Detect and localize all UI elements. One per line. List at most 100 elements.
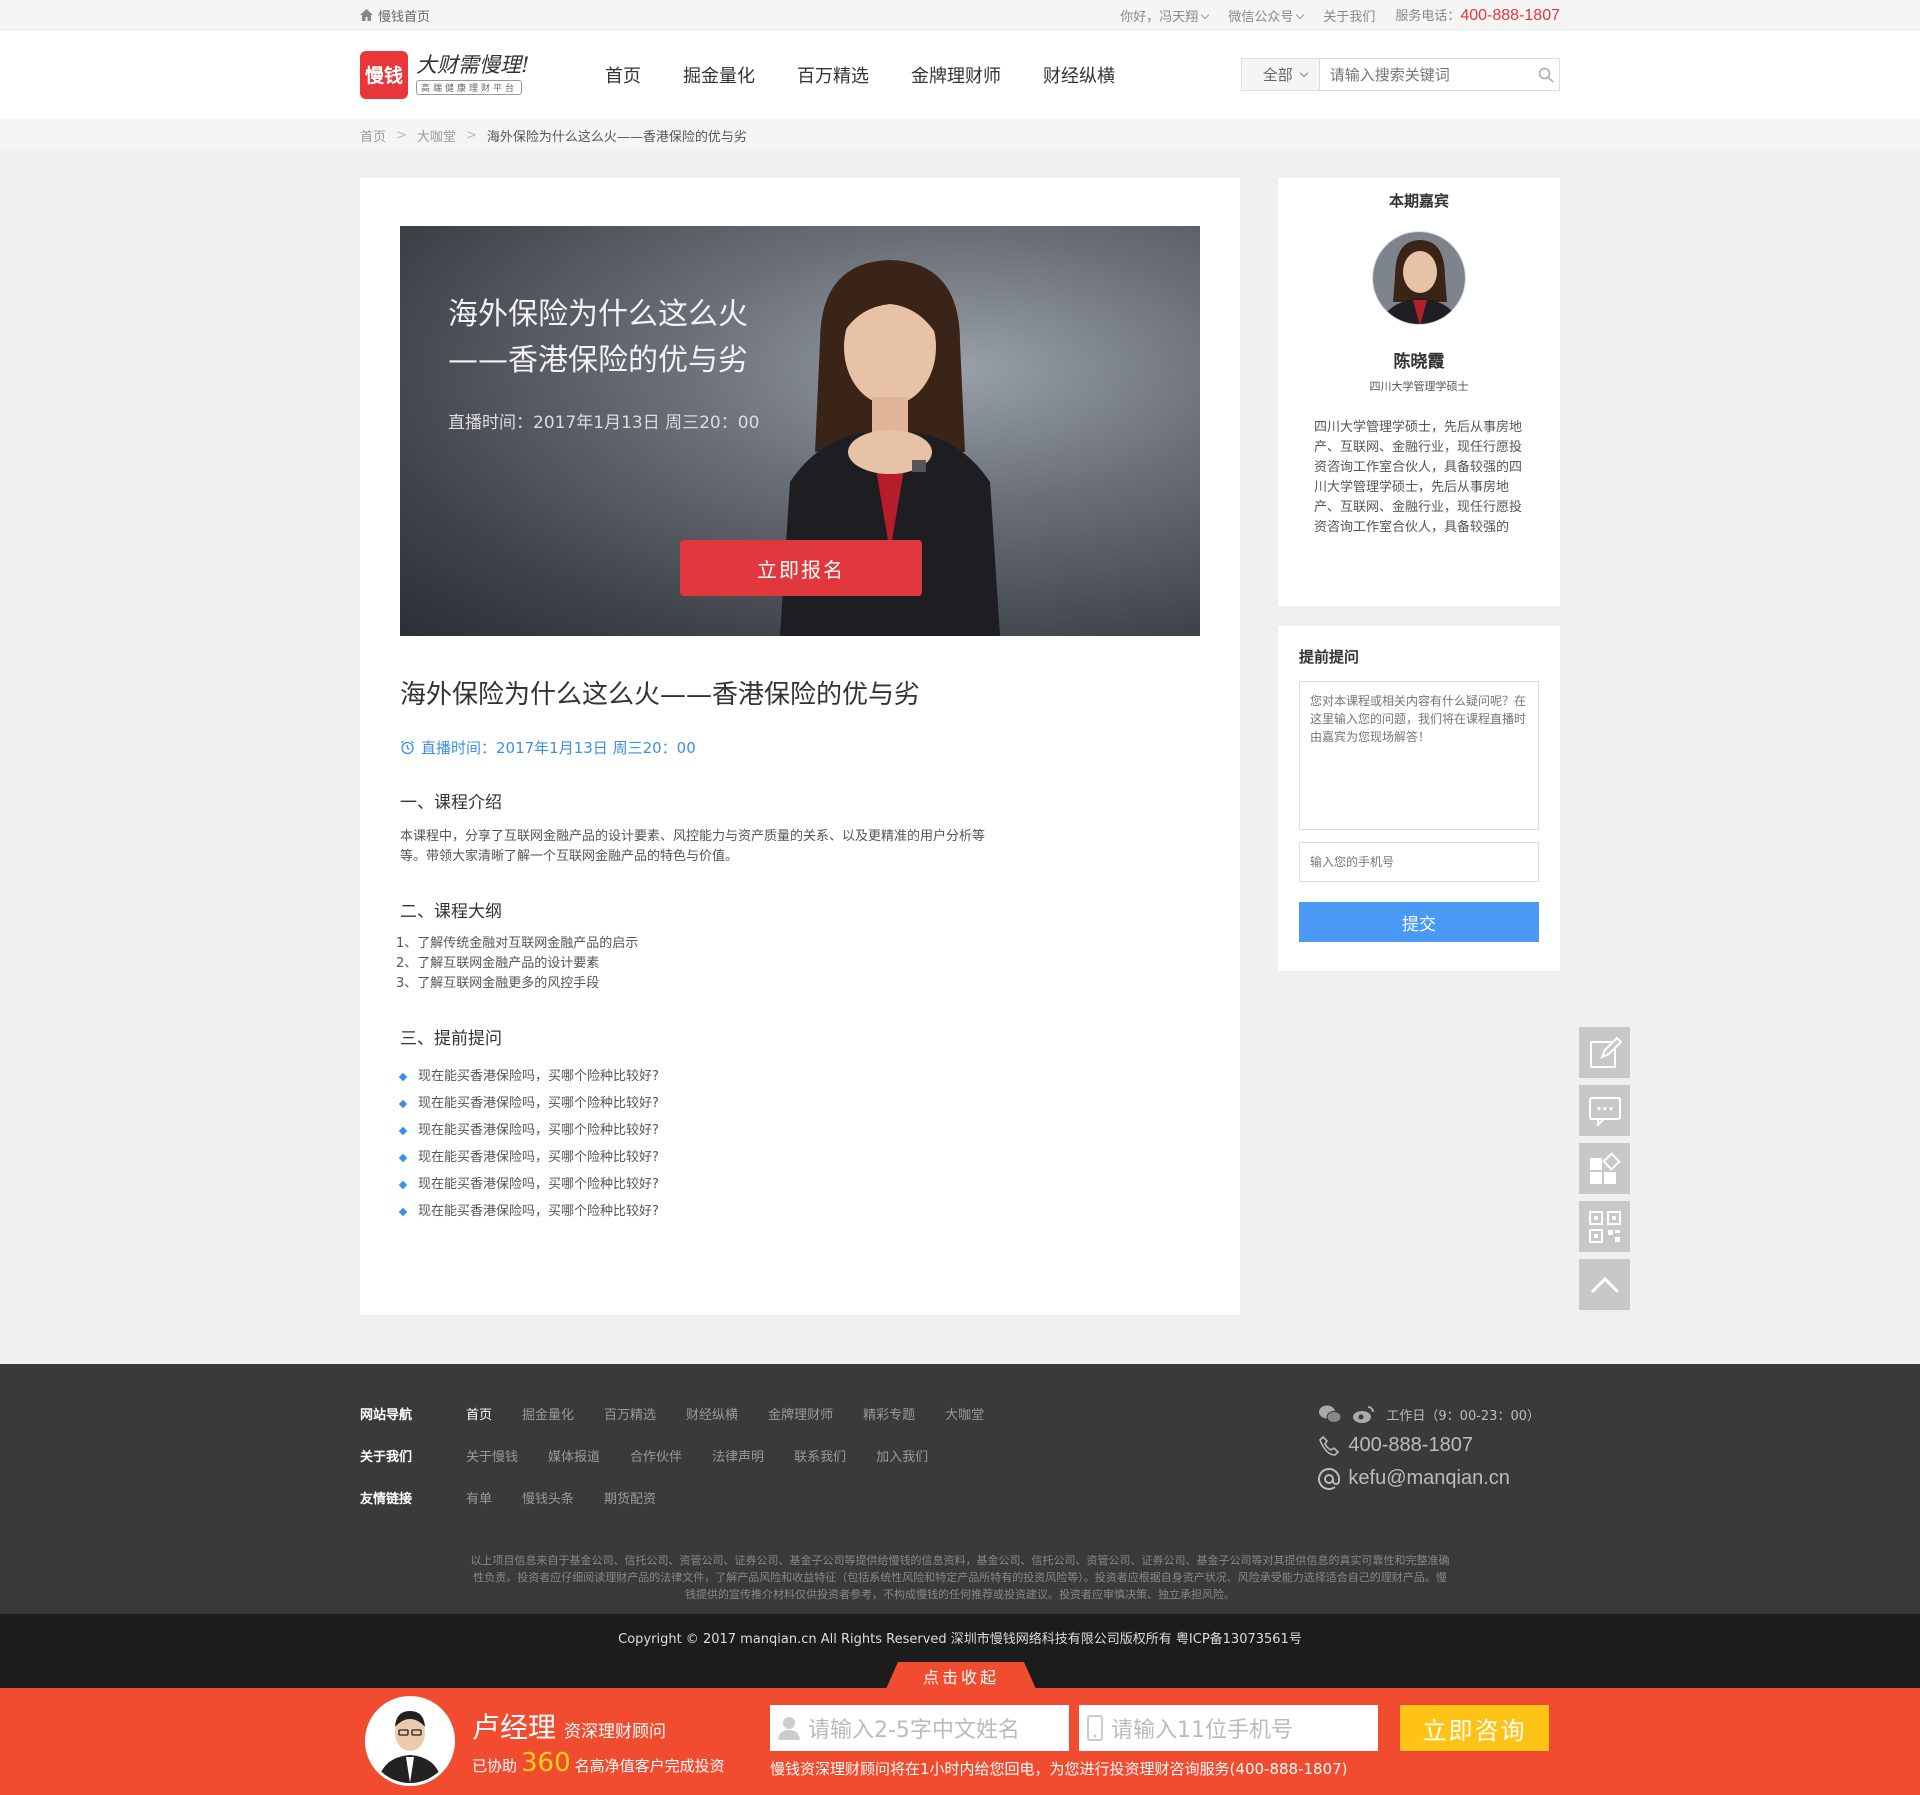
user-greeting[interactable]: 你好，冯天翔 — [1120, 6, 1208, 25]
banner-time: 直播时间：2017年1月13日 周三20：00 — [448, 413, 760, 433]
question-list: 现在能买香港保险吗，买哪个险种比较好? 现在能买香港保险吗，买哪个险种比较好? … — [398, 1063, 1200, 1225]
weibo-icon[interactable] — [1352, 1404, 1376, 1424]
nav-million[interactable]: 百万精选 — [797, 62, 869, 88]
signup-button[interactable]: 立即报名 — [680, 540, 922, 596]
footer-link[interactable]: 大咖堂 — [945, 1404, 984, 1423]
home-link[interactable]: 慢钱首页 — [360, 6, 430, 25]
nav-planner[interactable]: 金牌理财师 — [911, 62, 1001, 88]
wechat-icon[interactable] — [1318, 1404, 1342, 1424]
footer-about-label: 关于我们 — [360, 1450, 413, 1465]
nav-quant[interactable]: 掘金量化 — [683, 62, 755, 88]
footer-link[interactable]: 关于慢钱 — [466, 1446, 518, 1465]
mobile-phone-icon — [1087, 1715, 1103, 1741]
banner-title: 海外保险为什么这么火 ——香港保险的优与劣 — [448, 297, 748, 378]
breadcrumb: 首页 > 大咖堂 > 海外保险为什么这么火——香港保险的优与劣 — [0, 119, 1920, 151]
consult-name-field[interactable]: 请输入2-5字中文姓名 — [770, 1705, 1069, 1751]
footer-link[interactable]: 首页 — [466, 1404, 492, 1423]
main-nav: 首页 掘金量化 百万精选 金牌理财师 财经纵横 — [605, 62, 1115, 88]
ask-heading: 提前提问 — [1299, 648, 1360, 666]
logo-slogan: 大财需慢理! — [416, 53, 530, 77]
wechat-link[interactable]: 微信公众号 — [1228, 6, 1303, 25]
footer-nav-label: 网站导航 — [360, 1408, 413, 1423]
float-qrcode-button[interactable] — [1579, 1201, 1630, 1252]
edit-icon — [1589, 1036, 1622, 1068]
chat-icon — [1588, 1096, 1621, 1126]
user-icon — [778, 1717, 800, 1740]
phone-field[interactable] — [1299, 842, 1539, 882]
manager-avatar — [365, 1696, 455, 1786]
nav-finance[interactable]: 财经纵横 — [1043, 62, 1115, 88]
footer-link[interactable]: 慢钱头条 — [522, 1488, 574, 1507]
consult-phone-field[interactable]: 请输入11位手机号 — [1079, 1705, 1378, 1751]
footer-email[interactable]: kefu@manqian.cn — [1348, 1467, 1510, 1490]
home-icon — [360, 9, 373, 21]
section-questions-title: 三、提前提问 — [400, 1029, 502, 1049]
footer-link[interactable]: 财经纵横 — [686, 1404, 738, 1423]
guest-heading: 本期嘉宾 — [1388, 192, 1449, 210]
footer-link[interactable]: 合作伙伴 — [630, 1446, 682, 1465]
question-item: 现在能买香港保险吗，买哪个险种比较好? — [398, 1144, 1200, 1171]
footer-link[interactable]: 期货配资 — [604, 1488, 656, 1507]
copyright-text: Copyright © 2017 manqian.cn All Rights R… — [618, 1632, 1302, 1647]
footer-disclaimer: 以上项目信息来自于基金公司、信托公司、资管公司、证券公司、基金子公司等提供给慢钱… — [470, 1554, 1450, 1601]
diamond-bullet-icon — [398, 1072, 408, 1081]
diamond-bullet-icon — [398, 1180, 408, 1189]
outline-item: 3、了解互联网金融更多的风控手段 — [396, 976, 600, 991]
guest-bio: 四川大学管理学硕士，先后从事房地产、互联网、金融行业，现任行愿投资咨询工作室合伙… — [1314, 420, 1523, 535]
footer-link[interactable]: 掘金量化 — [522, 1404, 574, 1423]
apps-icon — [1589, 1151, 1621, 1184]
chevron-right-icon: > — [396, 127, 407, 143]
nav-home[interactable]: 首页 — [605, 62, 641, 88]
footer-link[interactable]: 百万精选 — [604, 1404, 656, 1423]
float-back-to-top-button[interactable] — [1579, 1259, 1630, 1310]
site-footer: 网站导航 首页 掘金量化 百万精选 财经纵横 金牌理财师 精彩专题 大咖堂 关于… — [0, 1364, 1920, 1614]
question-item: 现在能买香港保险吗，买哪个险种比较好? — [398, 1171, 1200, 1198]
footer-link[interactable]: 加入我们 — [876, 1446, 928, 1465]
breadcrumb-home[interactable]: 首页 — [360, 126, 386, 145]
outline-item: 1、了解传统金融对互联网金融产品的启示 — [396, 936, 639, 951]
guest-name: 陈晓霞 — [1393, 352, 1445, 372]
outline-item: 2、了解互联网金融产品的设计要素 — [396, 956, 600, 971]
search-scope-select[interactable]: 全部 — [1242, 59, 1320, 90]
consult-button[interactable]: 立即咨询 — [1400, 1705, 1549, 1751]
qr-code-icon — [1588, 1210, 1621, 1243]
service-phone: 服务电话：400-888-1807 — [1395, 7, 1560, 24]
section-intro-text: 本课程中，分享了互联网金融产品的设计要素、风控能力与资产质量的关系、以及更精准的… — [400, 829, 986, 864]
submit-button[interactable]: 提交 — [1299, 902, 1539, 942]
breadcrumb-section[interactable]: 大咖堂 — [417, 126, 456, 145]
manager-stat: 已协助 360 名高净值客户完成投资 — [472, 1748, 725, 1778]
floating-toolbar — [1579, 1027, 1630, 1317]
search-button[interactable] — [1534, 59, 1559, 90]
diamond-bullet-icon — [398, 1153, 408, 1162]
footer-contact: 工作日（9：00-23：00） 400-888-1807 kefu@manqia… — [1318, 1404, 1540, 1490]
phone-icon — [1319, 1435, 1340, 1456]
about-link[interactable]: 关于我们 — [1323, 6, 1375, 25]
diamond-bullet-icon — [398, 1207, 408, 1216]
question-item: 现在能买香港保险吗，买哪个险种比较好? — [398, 1090, 1200, 1117]
search-box: 全部 — [1241, 58, 1560, 91]
collapse-tab[interactable]: 点击收起 — [886, 1662, 1036, 1689]
float-apps-button[interactable] — [1579, 1143, 1630, 1194]
site-header: 慢钱 大财需慢理! 高端健康理财平台 首页 掘金量化 百万精选 金牌理财师 财经… — [0, 30, 1920, 119]
chevron-right-icon: > — [465, 127, 477, 143]
footer-friends-row: 友情链接 有单 慢钱头条 期货配资 — [360, 1488, 1560, 1530]
section-outline-title: 二、课程大纲 — [400, 902, 502, 922]
footer-link[interactable]: 联系我们 — [794, 1446, 846, 1465]
site-logo[interactable]: 慢钱 大财需慢理! 高端健康理财平台 — [360, 50, 605, 99]
footer-link[interactable]: 金牌理财师 — [768, 1404, 833, 1423]
section-intro-title: 一、课程介绍 — [400, 793, 502, 813]
footer-link[interactable]: 法律声明 — [712, 1446, 764, 1465]
footer-friends-label: 友情链接 — [360, 1492, 413, 1507]
search-input[interactable] — [1319, 59, 1534, 90]
email-at-icon — [1318, 1467, 1341, 1490]
ask-question-card: 提前提问 提交 — [1278, 626, 1560, 971]
float-chat-button[interactable] — [1579, 1085, 1630, 1136]
footer-link[interactable]: 精彩专题 — [863, 1404, 915, 1423]
main-content: 海外保险为什么这么火 ——香港保险的优与劣 直播时间：2017年1月13日 周三… — [0, 151, 1920, 1315]
float-edit-button[interactable] — [1579, 1027, 1630, 1078]
question-textarea[interactable] — [1299, 681, 1539, 830]
guest-card: 本期嘉宾 陈晓霞 四川大学管理学硕士 四川大学管理学硕士，先后从事房地产、互联网… — [1278, 178, 1560, 606]
article-title: 海外保险为什么这么火——香港保险的优与劣 — [400, 680, 921, 710]
footer-link[interactable]: 有单 — [466, 1488, 492, 1507]
footer-link[interactable]: 媒体报道 — [548, 1446, 600, 1465]
